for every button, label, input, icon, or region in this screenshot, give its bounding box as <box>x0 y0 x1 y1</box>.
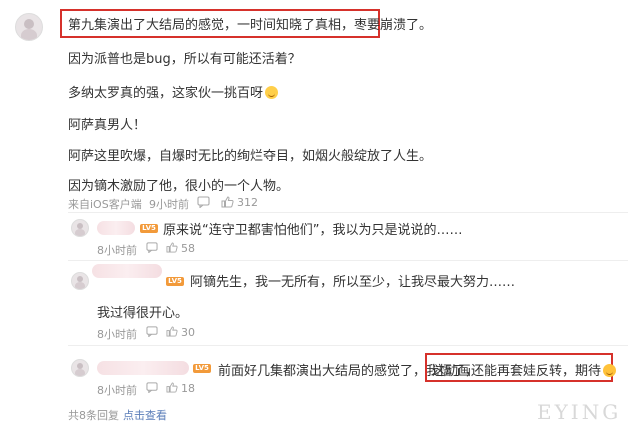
reply-time: 8小时前 <box>97 328 137 341</box>
reply-username[interactable] <box>92 264 162 278</box>
like-icon[interactable] <box>166 382 178 393</box>
level-badge: LV5 <box>166 277 184 286</box>
reply-username[interactable] <box>97 221 135 235</box>
view-all-link[interactable]: 点击查看 <box>123 409 167 422</box>
like-icon[interactable] <box>166 326 178 337</box>
commenter-avatar[interactable] <box>15 13 43 41</box>
main-comment-line-1: 第九集演出了大结局的感觉，一时间知晓了真相，枣要崩溃了。 <box>68 18 433 33</box>
reply-count-footer: 共8条回复 点击查看 <box>68 407 167 423</box>
reply-divider <box>68 212 628 213</box>
reply-username[interactable] <box>97 361 189 375</box>
like-count: 30 <box>181 326 195 339</box>
main-comment-line-6: 因为镝木激励了他，很小的一个人物。 <box>68 179 290 194</box>
reply-avatar[interactable] <box>71 272 89 290</box>
like-icon[interactable] <box>166 242 178 253</box>
level-badge: LV5 <box>140 224 158 233</box>
reply-text: 原来说“连守卫都害怕他们”，我以为只是说说的…… <box>163 223 463 238</box>
reply-avatar[interactable] <box>71 359 89 377</box>
reply-count: 共8条回复 <box>68 409 119 422</box>
reply-icon[interactable] <box>146 382 158 393</box>
main-comment-line-3-text: 多纳太罗真的强，这家伙一挑百呀 <box>68 86 264 101</box>
watermark-logo: EYING <box>537 400 622 424</box>
reply-divider <box>68 260 628 261</box>
reply-icon[interactable] <box>197 196 210 208</box>
comment-time: 9小时前 <box>149 198 189 211</box>
level-badge: LV5 <box>193 364 211 373</box>
laughing-emoji-icon <box>265 86 279 99</box>
reply-text-highlighted: 这动画还能再套娃反转，期待 <box>432 360 617 379</box>
like-count: 18 <box>181 382 195 395</box>
excited-emoji-icon <box>603 364 617 377</box>
main-comment-line-2: 因为派普也是bug，所以有可能还活着？ <box>68 52 301 67</box>
reply-time: 8小时前 <box>97 384 137 397</box>
reply-icon[interactable] <box>146 326 158 337</box>
like-count: 312 <box>237 196 258 209</box>
like-icon[interactable] <box>221 196 234 208</box>
main-comment-line-3: 多纳太罗真的强，这家伙一挑百呀 <box>68 82 279 101</box>
reply-divider <box>68 345 628 346</box>
like-count: 58 <box>181 242 195 255</box>
reply-text-continued: 我过得很开心。 <box>97 306 189 321</box>
reply-text-highlighted-label: 这动画还能再套娃反转，期待 <box>432 364 602 379</box>
main-comment-line-4: 阿萨真男人！ <box>68 118 147 133</box>
reply-text: 阿镝先生，我一无所有，所以至少，让我尽最大努力…… <box>190 275 516 290</box>
reply-avatar[interactable] <box>71 219 89 237</box>
main-comment-line-5: 阿萨这里吹爆，自爆时无比的绚烂夺目，如烟火般绽放了人生。 <box>68 149 433 164</box>
reply-time: 8小时前 <box>97 244 137 257</box>
reply-icon[interactable] <box>146 242 158 253</box>
comment-source: 来自iOS客户端 <box>68 198 142 211</box>
